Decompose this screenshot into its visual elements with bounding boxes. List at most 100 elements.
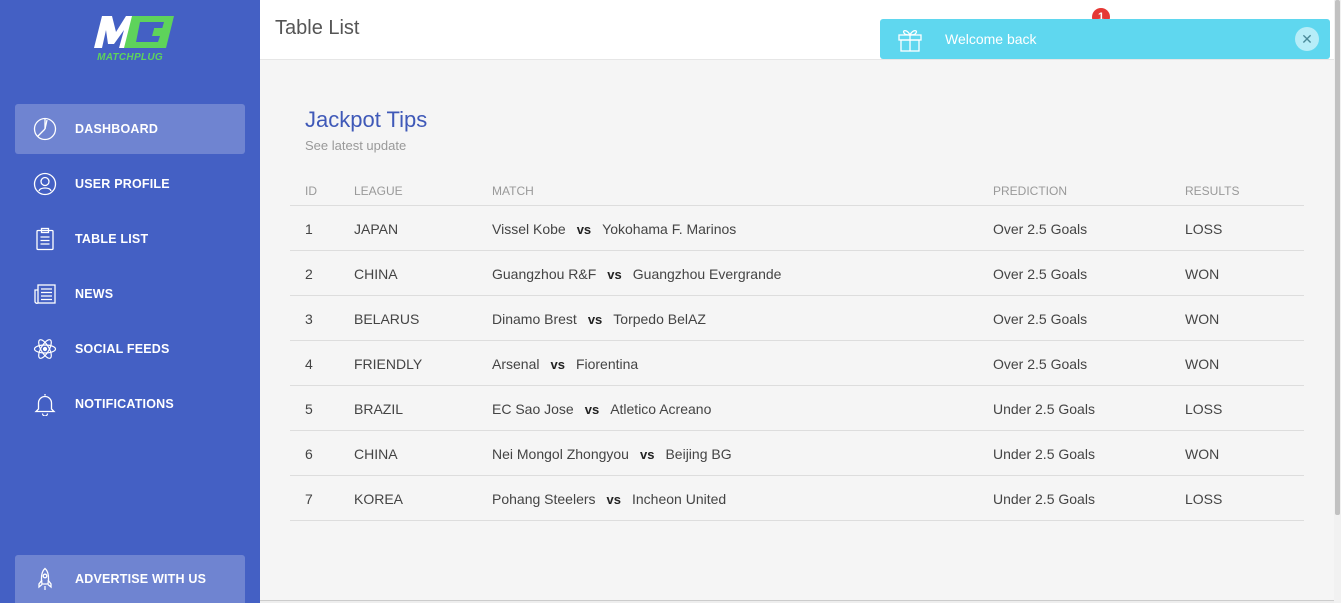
cell-match: Pohang Steelers vs Incheon United (492, 491, 726, 507)
cell-result: WON (1185, 311, 1220, 327)
cell-prediction: Under 2.5 Goals (993, 491, 1095, 507)
atom-icon (32, 336, 58, 362)
scrollbar-thumb[interactable] (1335, 0, 1340, 515)
sidebar-item-dashboard[interactable]: DASHBOARD (15, 104, 245, 154)
cell-result: WON (1185, 356, 1220, 372)
cell-id: 6 (305, 446, 313, 462)
cell-match: Nei Mongol Zhongyou vs Beijing BG (492, 446, 732, 462)
table-header: ID LEAGUE MATCH PREDICTION RESULTS (290, 175, 1304, 206)
toast-message: Welcome back (945, 31, 1037, 47)
table-body: 1 JAPAN Vissel Kobe vs Yokohama F. Marinos Ov… (290, 206, 1304, 521)
card-subtitle: See latest update (305, 138, 407, 153)
sidebar-item-label: DASHBOARD (75, 122, 159, 136)
sidebar-item-label: NOTIFICATIONS (75, 397, 174, 411)
cell-id: 7 (305, 491, 313, 507)
welcome-toast: Welcome back ✕ (880, 19, 1330, 59)
home-team: EC Sao Jose (492, 401, 574, 417)
cell-id: 3 (305, 311, 313, 327)
sidebar-item-social-feeds[interactable]: SOCIAL FEEDS (15, 324, 245, 374)
sidebar-item-table-list[interactable]: TABLE LIST (15, 214, 245, 264)
logo-mark-icon (94, 16, 174, 48)
away-team: Incheon United (632, 491, 727, 507)
column-header-prediction: PREDICTION (993, 184, 1068, 198)
cell-prediction: Under 2.5 Goals (993, 446, 1095, 462)
cell-prediction: Over 2.5 Goals (993, 221, 1088, 237)
home-team: Vissel Kobe (492, 221, 566, 237)
cell-id: 1 (305, 221, 313, 237)
sidebar-item-label: NEWS (75, 287, 114, 301)
away-team: Atletico Acreano (610, 401, 712, 417)
column-header-league: LEAGUE (354, 184, 403, 198)
cell-league: JAPAN (354, 221, 399, 237)
newspaper-icon (32, 281, 58, 307)
away-team: Torpedo BelAZ (613, 311, 706, 327)
away-team: Yokohama F. Marinos (602, 221, 737, 237)
cell-prediction: Over 2.5 Goals (993, 356, 1088, 372)
table-row: 3 BELARUS Dinamo Brest vs Torpedo BelAZ Over … (290, 296, 1304, 341)
brand-logo[interactable]: MATCHPLUG (84, 12, 176, 68)
sidebar-item-notifications[interactable]: NOTIFICATIONS (15, 379, 245, 429)
cell-league: BRAZIL (354, 401, 404, 417)
vs-label: vs (606, 492, 621, 507)
home-team: Nei Mongol Zhongyou (492, 446, 629, 462)
jackpot-tips-table: ID LEAGUE MATCH PREDICTION RESULTS 1 JAPA… (290, 175, 1304, 521)
home-team: Dinamo Brest (492, 311, 577, 327)
sidebar-item-label: USER PROFILE (75, 177, 170, 191)
home-team: Pohang Steelers (492, 491, 596, 507)
table-row: 2 CHINA Guangzhou R&F vs Guangzhou Evergrand… (290, 251, 1304, 296)
pie-chart-icon (32, 116, 58, 142)
vs-label: vs (639, 447, 655, 462)
cell-match: Arsenal vs Fiorentina (492, 356, 638, 372)
cell-result: LOSS (1185, 221, 1223, 237)
vs-label: vs (576, 222, 592, 237)
sidebar-item-label: TABLE LIST (75, 232, 149, 246)
table-row: 6 CHINA Nei Mongol Zhongyou vs Beijing BG Und… (290, 431, 1304, 476)
close-icon[interactable]: ✕ (1295, 27, 1319, 51)
scrollbar[interactable] (1334, 0, 1341, 603)
advertise-label: ADVERTISE WITH US (75, 572, 207, 586)
cell-prediction: Over 2.5 Goals (993, 266, 1088, 282)
cell-league: BELARUS (354, 311, 420, 327)
clipboard-icon (32, 226, 58, 252)
table-row: 4 FRIENDLY Arsenal vs Fiorentina Over 2.5 Goa… (290, 341, 1304, 386)
cell-league: KOREA (354, 491, 404, 507)
table-row: 1 JAPAN Vissel Kobe vs Yokohama F. Marinos Ov… (290, 206, 1304, 251)
cell-id: 2 (305, 266, 313, 282)
cell-id: 4 (305, 356, 313, 372)
sidebar-item-news[interactable]: NEWS (15, 269, 245, 319)
cell-league: FRIENDLY (354, 356, 423, 372)
vs-label: vs (550, 357, 565, 372)
home-team: Arsenal (492, 356, 540, 372)
cell-match: Vissel Kobe vs Yokohama F. Marinos (492, 221, 736, 237)
away-team: Beijing BG (665, 446, 732, 462)
rocket-icon (32, 566, 58, 592)
sidebar-nav: DASHBOARD USER PROFILE TABLE LIST NEWS S… (15, 104, 245, 434)
table-row: 7 KOREA Pohang Steelers vs Incheon United Und… (290, 476, 1304, 521)
bell-icon (32, 391, 58, 417)
column-header-match: MATCH (492, 184, 534, 198)
cell-id: 5 (305, 401, 313, 417)
vs-label: vs (587, 312, 603, 327)
column-header-id: ID (305, 184, 317, 198)
sidebar-item-user-profile[interactable]: USER PROFILE (15, 159, 245, 209)
cell-result: WON (1185, 266, 1220, 282)
table-row: 5 BRAZIL EC Sao Jose vs Atletico Acreano Unde… (290, 386, 1304, 431)
cell-result: LOSS (1185, 401, 1223, 417)
advertise-button[interactable]: ADVERTISE WITH US (15, 555, 245, 603)
logo-text: MATCHPLUG (97, 52, 163, 63)
away-team: Fiorentina (575, 356, 639, 372)
sidebar: MATCHPLUG DASHBOARD USER PROFILE TABLE L… (0, 0, 260, 603)
cell-match: Guangzhou R&F vs Guangzhou Evergrande (492, 266, 781, 282)
cell-prediction: Over 2.5 Goals (993, 311, 1088, 327)
page-title: Table List (275, 17, 360, 39)
column-header-results: RESULTS (1185, 184, 1240, 198)
cell-league: CHINA (354, 266, 398, 282)
cell-league: CHINA (354, 446, 398, 462)
cell-match: Dinamo Brest vs Torpedo BelAZ (492, 311, 706, 327)
cell-result: WON (1185, 446, 1220, 462)
home-team: Guangzhou R&F (492, 266, 597, 282)
sidebar-item-label: SOCIAL FEEDS (75, 342, 170, 356)
user-icon (32, 171, 58, 197)
card-title: Jackpot Tips (305, 107, 428, 132)
gift-icon (897, 26, 923, 52)
